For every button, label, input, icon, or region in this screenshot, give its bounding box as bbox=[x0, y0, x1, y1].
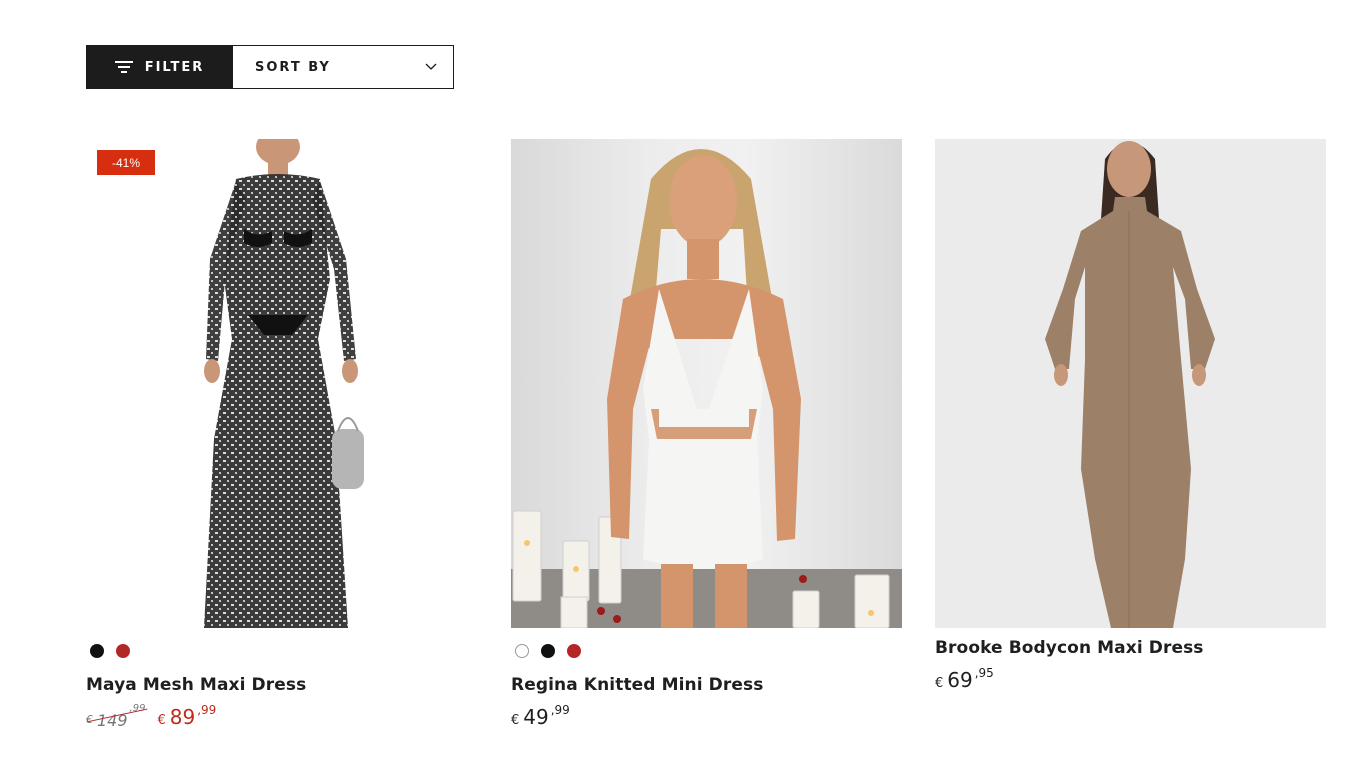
product-card[interactable]: Brooke Bodycon Maxi Dress € 69 ,95 bbox=[935, 139, 1326, 696]
swatch-red[interactable] bbox=[116, 644, 130, 658]
product-card[interactable]: -41% Maya Mesh Maxi Dress € 149 ,99 € 89… bbox=[86, 139, 477, 733]
currency-symbol: € bbox=[935, 676, 944, 691]
swatch-red[interactable] bbox=[567, 644, 581, 658]
currency-symbol: € bbox=[157, 713, 166, 728]
product-image[interactable]: -41% bbox=[86, 139, 477, 628]
product-image[interactable] bbox=[511, 139, 902, 628]
sale-price: € 89 ,99 bbox=[157, 703, 217, 729]
price-decimal: ,99 bbox=[197, 703, 217, 717]
filter-lines-icon bbox=[114, 60, 133, 74]
original-price: € 149 ,99 bbox=[86, 703, 148, 733]
swatch-white[interactable] bbox=[515, 644, 529, 658]
price-integer: 89 bbox=[169, 705, 196, 729]
color-swatches bbox=[511, 644, 902, 658]
color-swatches bbox=[86, 644, 477, 658]
filter-button[interactable]: FILTER bbox=[86, 45, 233, 89]
product-title[interactable]: Brooke Bodycon Maxi Dress bbox=[935, 638, 1326, 658]
price-integer: 49 bbox=[523, 705, 549, 729]
toolbar: FILTER SORT BY bbox=[86, 45, 454, 89]
discount-badge: -41% bbox=[97, 150, 155, 175]
price-row: € 149 ,99 € 89 ,99 bbox=[86, 703, 477, 733]
regular-price: € 49 ,99 bbox=[511, 703, 570, 729]
filter-label: FILTER bbox=[144, 59, 205, 75]
regular-price: € 69 ,95 bbox=[935, 666, 994, 692]
price-decimal: ,99 bbox=[550, 703, 570, 717]
sort-by-label: SORT BY bbox=[255, 59, 331, 75]
price-integer: 69 bbox=[947, 668, 973, 692]
swatch-black[interactable] bbox=[541, 644, 555, 658]
product-image[interactable] bbox=[935, 139, 1326, 628]
price-row: € 49 ,99 bbox=[511, 703, 902, 733]
product-title[interactable]: Regina Knitted Mini Dress bbox=[511, 675, 902, 695]
swatch-black[interactable] bbox=[90, 644, 104, 658]
chevron-down-icon bbox=[425, 63, 437, 71]
currency-symbol: € bbox=[511, 713, 520, 728]
product-title[interactable]: Maya Mesh Maxi Dress bbox=[86, 675, 477, 695]
product-card[interactable]: Regina Knitted Mini Dress € 49 ,99 bbox=[511, 139, 902, 733]
price-decimal: ,95 bbox=[974, 666, 994, 680]
price-row: € 69 ,95 bbox=[935, 666, 1326, 696]
sort-by-select[interactable]: SORT BY bbox=[233, 45, 454, 89]
